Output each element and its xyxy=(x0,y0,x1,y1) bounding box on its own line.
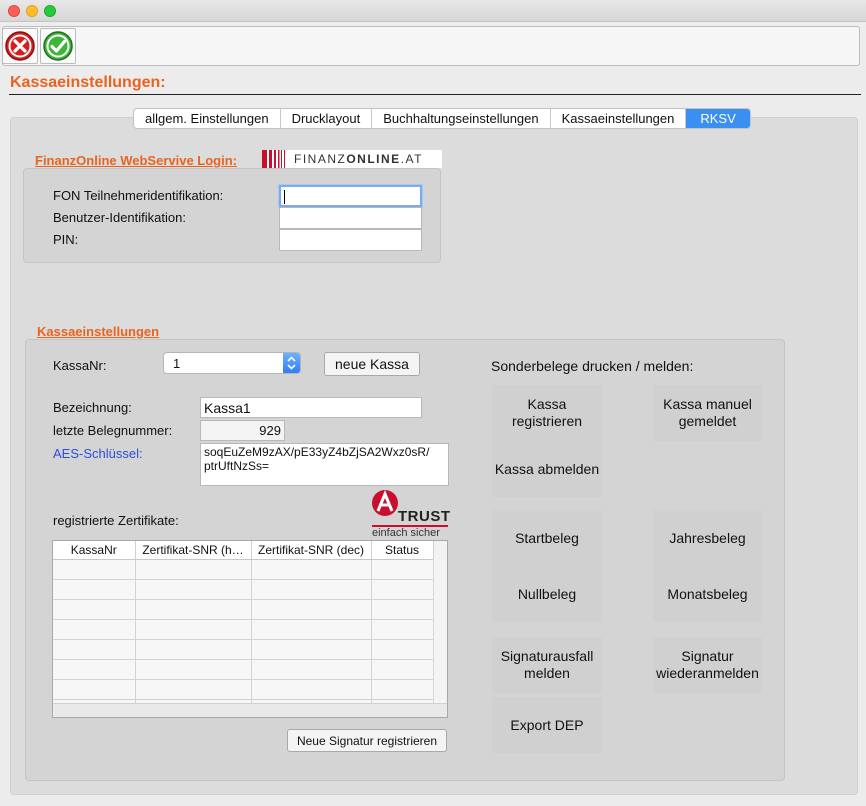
pin-label: PIN: xyxy=(53,232,79,247)
startbeleg-button[interactable]: Startbeleg xyxy=(492,510,602,566)
title-divider xyxy=(9,94,861,95)
table-row[interactable] xyxy=(53,679,434,700)
finanzonline-logo-suffix: .AT xyxy=(400,152,423,166)
certificates-table[interactable]: KassaNr Zertifikat-SNR (h… Zertifikat-SN… xyxy=(52,540,448,718)
aes-schluessel-field[interactable]: soqEuZeM9zAX/pE33yZ4bZjSA2Wxz0sR/ ptrUft… xyxy=(200,443,449,486)
registrierte-zertifikate-label: registrierte Zertifikate: xyxy=(53,513,179,528)
text-cursor xyxy=(284,190,285,204)
zoom-window-button[interactable] xyxy=(44,5,56,17)
column-header-zertifikat-hex[interactable]: Zertifikat-SNR (h… xyxy=(135,541,252,560)
bezeichnung-input[interactable]: Kassa1 xyxy=(200,397,422,418)
finanzonline-logo-icon xyxy=(262,150,285,168)
atrust-tagline: einfach sicher xyxy=(372,527,440,539)
neue-kassa-button[interactable]: neue Kassa xyxy=(324,352,420,376)
pin-input[interactable] xyxy=(279,229,422,251)
belegnummer-value: 929 xyxy=(200,420,285,441)
fon-teilnehmer-input[interactable] xyxy=(279,185,422,207)
table-row[interactable] xyxy=(53,579,434,600)
neue-signatur-registrieren-button[interactable]: Neue Signatur registrieren xyxy=(287,729,447,752)
nullbeleg-button[interactable]: Nullbeleg xyxy=(492,566,602,622)
page-title: Kassaeinstellungen: xyxy=(10,74,166,91)
finanzonline-section-title: FinanzOnline WebServive Login: xyxy=(35,153,238,168)
table-row[interactable] xyxy=(53,599,434,620)
toolbar-frame xyxy=(2,26,860,66)
tab-allgemeine-einstellungen[interactable]: allgem. Einstellungen xyxy=(134,109,281,128)
kassanr-select[interactable]: 1 xyxy=(163,352,301,374)
jahresbeleg-button[interactable]: Jahresbeleg xyxy=(653,510,762,566)
fon-teilnehmer-label: FON Teilnehmeridentifikation: xyxy=(53,188,224,203)
tab-bar: allgem. Einstellungen Drucklayout Buchha… xyxy=(133,108,751,129)
table-row[interactable] xyxy=(53,559,434,580)
signatur-wiederanmelden-button[interactable]: Signatur wiederanmelden xyxy=(653,637,762,693)
belegnummer-label: letzte Belegnummer: xyxy=(53,423,173,438)
kassa-abmelden-button[interactable]: Kassa abmelden xyxy=(492,441,602,497)
tab-buchhaltungseinstellungen[interactable]: Buchhaltungseinstellungen xyxy=(372,109,551,128)
cancel-button[interactable] xyxy=(2,28,38,64)
finanzonline-logo: FINANZONLINE.AT xyxy=(262,150,442,168)
finanzonline-logo-bold: ONLINE xyxy=(346,152,401,166)
kassa-registrieren-button[interactable]: Kassa registrieren xyxy=(492,385,602,441)
aes-schluessel-label: AES-Schlüssel: xyxy=(53,446,143,461)
confirm-button[interactable] xyxy=(40,28,76,64)
minimize-window-button[interactable] xyxy=(26,5,38,17)
column-header-status[interactable]: Status xyxy=(371,541,434,560)
vertical-scrollbar[interactable] xyxy=(433,559,447,703)
table-row[interactable] xyxy=(53,659,434,680)
atrust-logo: TRUST einfach sicher xyxy=(370,489,450,541)
monatsbeleg-button[interactable]: Monatsbeleg xyxy=(653,566,762,622)
tab-kassaeinstellungen[interactable]: Kassaeinstellungen xyxy=(551,109,687,128)
horizontal-scrollbar[interactable] xyxy=(53,703,447,717)
column-header-zertifikat-dec[interactable]: Zertifikat-SNR (dec) xyxy=(251,541,372,560)
aes-value-line-1: soqEuZeM9zAX/pE33yZ4bZjSA2Wxz0sR/ xyxy=(204,445,430,459)
cancel-icon xyxy=(5,31,35,61)
close-window-button[interactable] xyxy=(8,5,20,17)
aes-value-line-2: ptrUftNzSs= xyxy=(204,459,270,473)
atrust-brand: TRUST xyxy=(398,508,451,525)
chevron-updown-icon xyxy=(283,353,300,373)
confirm-icon xyxy=(43,31,73,61)
table-row[interactable] xyxy=(53,619,434,640)
kassanr-label: KassaNr: xyxy=(53,358,107,373)
kassanr-value: 1 xyxy=(173,356,181,371)
sonderbelege-title: Sonderbelege drucken / melden: xyxy=(491,358,694,374)
tab-drucklayout[interactable]: Drucklayout xyxy=(281,109,373,128)
kassa-section-title: Kassaeinstellungen xyxy=(37,324,160,339)
signaturausfall-melden-button[interactable]: Signaturausfall melden xyxy=(492,637,602,693)
kassa-manuel-gemeldet-button[interactable]: Kassa manuel gemeldet xyxy=(653,385,762,441)
benutzer-identifikation-input[interactable] xyxy=(279,207,422,229)
export-dep-button[interactable]: Export DEP xyxy=(492,697,602,753)
finanzonline-logo-light: FINANZ xyxy=(294,152,347,166)
tab-rksv[interactable]: RKSV xyxy=(686,109,750,128)
benutzer-identifikation-label: Benutzer-Identifikation: xyxy=(53,210,186,225)
bezeichnung-label: Bezeichnung: xyxy=(53,400,132,415)
certificates-grid: KassaNr Zertifikat-SNR (h… Zertifikat-SN… xyxy=(53,541,434,717)
title-bar xyxy=(0,0,866,22)
table-row[interactable] xyxy=(53,639,434,660)
column-header-kassanr[interactable]: KassaNr xyxy=(53,541,136,560)
